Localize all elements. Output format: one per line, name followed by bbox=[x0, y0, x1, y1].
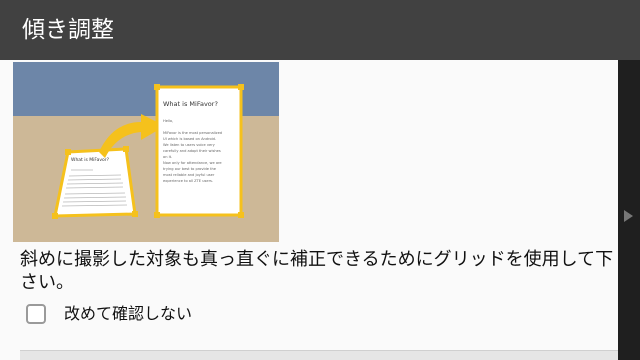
side-strip bbox=[618, 60, 640, 360]
corrected-document-line: carefully and adopt their wishes bbox=[163, 149, 221, 153]
corrected-document-title: What is MiFavor? bbox=[163, 100, 218, 108]
dialog-description: 斜めに撮影した対象も真っ直ぐに補正できるためにグリッドを使用して下さい。 bbox=[20, 249, 614, 293]
perspective-correction-illustration: What is MiFavor? What is MiFavor? Hello,… bbox=[13, 62, 279, 242]
chevron-right-icon bbox=[624, 210, 633, 222]
corrected-document-line: We listen to users voice very bbox=[163, 143, 216, 147]
corrected-document-line: UI which is based on Android. bbox=[163, 137, 216, 141]
corrected-document-line: MiFavor is the most personalized bbox=[163, 131, 222, 135]
corrected-document-line: experience to all ZTE users. bbox=[163, 179, 213, 183]
dont-ask-again-label[interactable]: 改めて確認しない bbox=[64, 303, 192, 325]
corrected-document-line: on it. bbox=[163, 155, 172, 159]
corrected-document-line: most reliable and joyful user bbox=[163, 173, 215, 177]
corrected-document-line: Hello, bbox=[163, 119, 173, 123]
dialog-title: 傾き調整 bbox=[22, 17, 114, 43]
dont-ask-again-checkbox[interactable] bbox=[26, 304, 46, 324]
skewed-document-title: What is MiFavor? bbox=[71, 157, 110, 163]
dialog-title-bar: 傾き調整 bbox=[0, 0, 640, 60]
dialog-button-bar bbox=[20, 350, 618, 360]
corrected-document-line: trying our best to provide the bbox=[163, 167, 217, 171]
corrected-document-line: Now only for attendance, we are bbox=[163, 161, 222, 165]
